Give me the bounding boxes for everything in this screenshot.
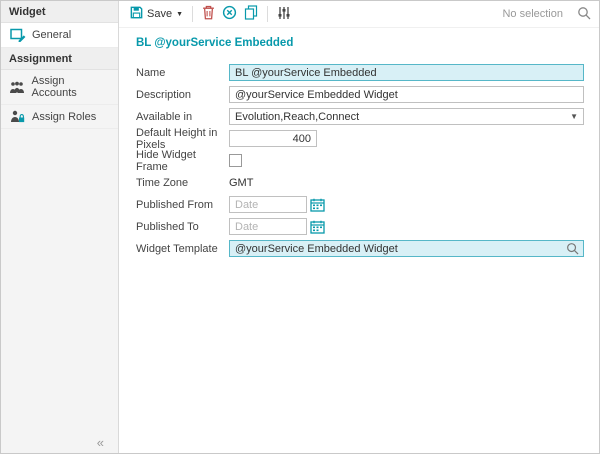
available-in-select[interactable]: Evolution,Reach,Connect ▼ <box>229 108 584 125</box>
sidebar-section-assignment: Assignment <box>1 48 118 70</box>
name-input[interactable] <box>229 64 584 81</box>
selection-status: No selection <box>502 8 563 20</box>
general-icon <box>9 28 26 42</box>
field-label: Published To <box>136 221 229 233</box>
field-label: Default Height in Pixels <box>136 127 229 151</box>
field-label: Widget Template <box>136 243 229 255</box>
default-height-input[interactable] <box>229 130 317 147</box>
chevron-down-icon: ▼ <box>570 112 578 121</box>
people-icon <box>9 81 26 94</box>
calendar-icon[interactable] <box>310 220 325 234</box>
cancel-button[interactable] <box>222 5 237 23</box>
main-panel: Save ▼ <box>119 1 599 453</box>
form-row-default-height: Default Height in Pixels <box>136 128 599 149</box>
sidebar-collapse-button[interactable]: « <box>97 435 104 450</box>
sidebar-item-label: Assign Accounts <box>32 75 110 99</box>
delete-button[interactable] <box>202 5 215 23</box>
sidebar-section-widget: Widget <box>1 1 118 23</box>
sidebar-item-label: Assign Roles <box>32 111 96 123</box>
cancel-icon <box>222 5 237 23</box>
time-zone-value: GMT <box>229 177 253 189</box>
sidebar: Widget General Assignment Assign Acc <box>1 1 119 453</box>
form-row-description: Description <box>136 84 599 105</box>
search-icon[interactable] <box>577 6 591 23</box>
field-label: Time Zone <box>136 177 229 189</box>
widget-editor-window: Widget General Assignment Assign Acc <box>0 0 600 454</box>
widget-form: Name Description Available in Evolution,… <box>119 62 599 260</box>
save-dropdown-caret[interactable]: ▼ <box>176 11 183 18</box>
form-row-available-in: Available in Evolution,Reach,Connect ▼ <box>136 106 599 127</box>
hide-widget-frame-checkbox[interactable] <box>229 154 242 167</box>
sidebar-item-assign-roles[interactable]: Assign Roles <box>1 105 118 129</box>
published-from-input[interactable] <box>229 196 307 213</box>
sidebar-item-general[interactable]: General <box>1 23 118 48</box>
form-row-hide-frame: Hide Widget Frame <box>136 150 599 171</box>
published-to-input[interactable] <box>229 218 307 235</box>
description-input[interactable] <box>229 86 584 103</box>
toolbar-separator <box>267 6 268 22</box>
search-icon[interactable] <box>566 242 579 255</box>
widget-template-input[interactable] <box>235 243 566 255</box>
form-row-published-to: Published To <box>136 216 599 237</box>
field-label: Available in <box>136 111 229 123</box>
copy-button[interactable] <box>244 5 258 23</box>
save-button-label: Save <box>147 8 172 20</box>
widget-template-field[interactable] <box>229 240 584 257</box>
roles-icon <box>9 110 26 123</box>
field-label: Description <box>136 89 229 101</box>
field-label: Published From <box>136 199 229 211</box>
calendar-icon[interactable] <box>310 198 325 212</box>
form-row-name: Name <box>136 62 599 83</box>
toolbar: Save ▼ <box>119 1 599 28</box>
save-button[interactable]: Save ▼ <box>129 5 183 23</box>
field-label: Name <box>136 67 229 79</box>
page-title: BL @yourService Embedded <box>136 37 599 49</box>
field-label: Hide Widget Frame <box>136 149 229 173</box>
form-row-widget-template: Widget Template <box>136 238 599 259</box>
copy-icon <box>244 5 258 23</box>
toolbar-separator <box>192 6 193 22</box>
save-icon <box>129 5 144 23</box>
filter-button[interactable] <box>277 6 291 23</box>
filter-icon <box>277 6 291 23</box>
delete-icon <box>202 5 215 23</box>
sidebar-item-label: General <box>32 29 71 41</box>
available-in-value: Evolution,Reach,Connect <box>235 111 359 123</box>
form-row-time-zone: Time Zone GMT <box>136 172 599 193</box>
sidebar-item-assign-accounts[interactable]: Assign Accounts <box>1 70 118 105</box>
form-row-published-from: Published From <box>136 194 599 215</box>
